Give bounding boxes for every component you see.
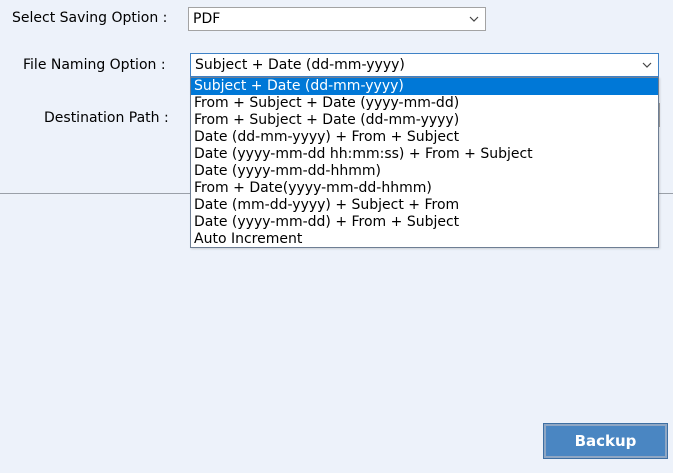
- dropdown-option[interactable]: Date (mm-dd-yyyy) + Subject + From: [191, 197, 658, 214]
- dropdown-option[interactable]: From + Subject + Date (dd-mm-yyyy): [191, 112, 658, 129]
- chevron-down-icon: [642, 62, 652, 68]
- dropdown-option[interactable]: Subject + Date (dd-mm-yyyy): [191, 78, 658, 95]
- saving-option-select[interactable]: PDF: [188, 7, 486, 31]
- destination-path-label: Destination Path :: [44, 110, 169, 126]
- chevron-down-icon: [469, 16, 479, 22]
- dropdown-option[interactable]: From + Subject + Date (yyyy-mm-dd): [191, 95, 658, 112]
- saving-option-value: PDF: [193, 11, 221, 27]
- backup-button[interactable]: Backup: [543, 423, 668, 459]
- dropdown-option[interactable]: Date (yyyy-mm-dd-hhmm): [191, 163, 658, 180]
- file-naming-dropdown-list: Subject + Date (dd-mm-yyyy) From + Subjec…: [190, 77, 659, 248]
- backup-options-panel: Select Saving Option : PDF File Naming O…: [0, 0, 673, 473]
- dropdown-option[interactable]: Auto Increment: [191, 231, 658, 248]
- dropdown-option[interactable]: Date (yyyy-mm-dd hh:mm:ss) + From + Subj…: [191, 146, 658, 163]
- file-naming-option-select[interactable]: Subject + Date (dd-mm-yyyy): [190, 53, 659, 77]
- dropdown-option[interactable]: Date (yyyy-mm-dd) + From + Subject: [191, 214, 658, 231]
- saving-option-label: Select Saving Option :: [12, 10, 168, 26]
- dropdown-option[interactable]: From + Date(yyyy-mm-dd-hhmm): [191, 180, 658, 197]
- file-naming-option-label: File Naming Option :: [23, 57, 166, 73]
- file-naming-option-value: Subject + Date (dd-mm-yyyy): [195, 57, 405, 73]
- dropdown-option[interactable]: Date (dd-mm-yyyy) + From + Subject: [191, 129, 658, 146]
